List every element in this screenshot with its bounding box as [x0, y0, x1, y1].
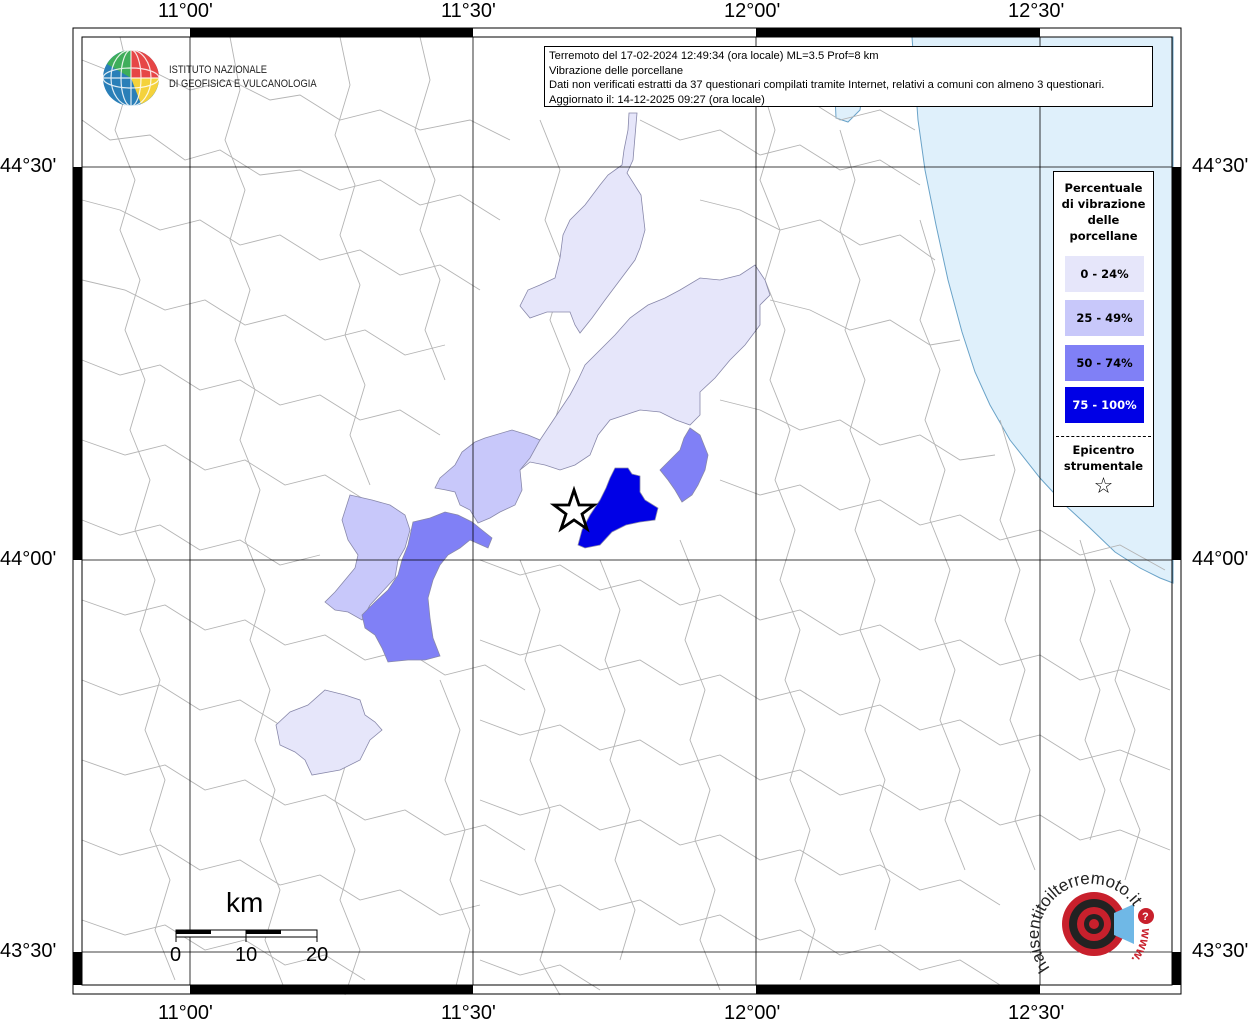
ingv-line-2: DI GEOFISICA E VULCANOLOGIA: [169, 78, 317, 90]
legend-class-25-49: 25 - 49%: [1065, 300, 1144, 336]
map-subject: Vibrazione delle porcellane: [549, 64, 684, 77]
area-0-24-north: [519, 112, 646, 334]
scale-tick-20: 20: [306, 944, 329, 966]
ingv-line-1: ISTITUTO NAZIONALE: [169, 64, 268, 76]
legend: Percentuale di vibrazione delle porcella…: [1053, 171, 1154, 507]
lon-label-top-3: 12°00': [724, 0, 781, 22]
legend-class-0-24: 0 - 24%: [1065, 256, 1144, 292]
legend-separator: [1056, 436, 1151, 437]
scale-tick-10: 10: [235, 944, 258, 966]
event-info-box: Terremoto del 17-02-2024 12:49:34 (ora l…: [544, 46, 1153, 107]
lon-label-bottom-3: 12°00': [724, 1002, 781, 1024]
data-disclaimer: Dati non verificati estratti da 37 quest…: [549, 79, 1105, 92]
ingv-globe-logo: [102, 49, 160, 107]
event-title: Terremoto del 17-02-2024 12:49:34 (ora l…: [549, 50, 879, 62]
lat-label-left-2: 44°00': [0, 548, 57, 570]
lat-label-left-3: 43°30': [0, 940, 57, 962]
area-25-49-west: [434, 429, 541, 524]
lon-label-bottom-2: 11°30': [441, 1002, 496, 1024]
update-time: Aggiornato il: 14-12-2025 09:27 (ora loc…: [549, 93, 765, 106]
scale-bar: [175, 929, 318, 942]
legend-title: Percentuale di vibrazione delle porcella…: [1061, 181, 1146, 243]
area-0-24-south: [275, 689, 383, 776]
ingv-institute-name: ISTITUTO NAZIONALE DI GEOFISICA E VULCAN…: [169, 63, 317, 91]
area-50-74-east: [659, 427, 709, 503]
svg-text:?: ?: [1142, 911, 1149, 923]
lat-label-right-2: 44°00': [1192, 548, 1249, 570]
legend-class-75-100: 75 - 100%: [1065, 387, 1144, 423]
lat-label-left-1: 44°30': [0, 155, 57, 177]
lat-label-right-3: 43°30': [1192, 940, 1249, 962]
lon-label-top-1: 11°00': [158, 0, 213, 22]
scale-unit: km: [226, 887, 264, 918]
legend-star-icon: ☆: [1093, 474, 1114, 499]
lon-label-top-2: 11°30': [441, 0, 496, 22]
lon-label-bottom-1: 11°00': [158, 1002, 213, 1024]
legend-class-50-74: 50 - 74%: [1065, 345, 1144, 381]
scale-tick-0: 0: [170, 944, 182, 966]
lon-label-top-4: 12°30': [1008, 0, 1065, 22]
lat-label-right-1: 44°30': [1192, 155, 1249, 177]
intensity-polygons: [275, 112, 771, 776]
lon-label-bottom-4: 12°30': [1008, 1002, 1065, 1024]
legend-epicenter-label: Epicentro strumentale: [1063, 443, 1144, 473]
haisentito-logo: ? haisentitoilterremoto.it www.: [1030, 869, 1154, 977]
